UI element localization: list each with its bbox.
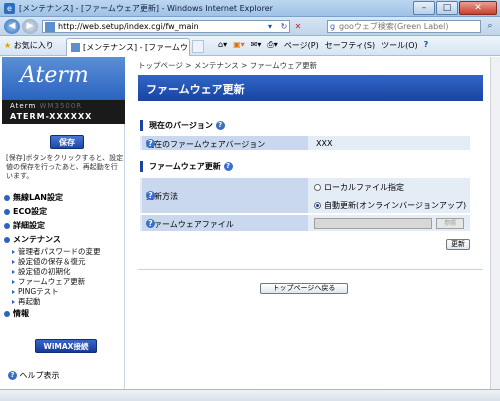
fw-file-input[interactable]: [314, 218, 432, 229]
arrow-icon: [12, 270, 15, 274]
back-to-top-button[interactable]: トップページへ戻る: [260, 283, 348, 294]
bullet-icon: [4, 195, 10, 201]
print-icon[interactable]: ⎙▾: [267, 40, 277, 51]
page-menu[interactable]: ページ(P): [284, 40, 319, 51]
sidebar-sub-ping-test[interactable]: PINGテスト: [4, 287, 124, 297]
search-input[interactable]: [339, 21, 479, 32]
arrow-icon: [12, 260, 15, 264]
page-icon: [45, 22, 55, 32]
favorites-label: お気に入り: [13, 41, 54, 50]
arrow-icon: [12, 250, 15, 254]
scrollbar[interactable]: [490, 57, 500, 389]
browse-button[interactable]: 参照: [436, 218, 464, 229]
help-label: ヘルプ表示: [19, 371, 60, 380]
update-button[interactable]: 更新: [446, 239, 470, 250]
help-link[interactable]: ? ヘルプ表示: [8, 370, 60, 381]
help-icon[interactable]: ?: [215, 121, 225, 130]
bullet-icon: [4, 209, 10, 215]
feeds-icon[interactable]: ▣▾: [233, 40, 245, 51]
tools-menu[interactable]: ツール(O): [381, 40, 418, 51]
brand-header: Aterm: [2, 57, 125, 100]
wimax-connect-button[interactable]: WiMAX接続: [35, 339, 97, 353]
current-version-section: 現在のバージョン ?: [140, 120, 225, 131]
goo-icon: g: [330, 22, 336, 31]
model-line1: Aterm WM3500R: [10, 102, 83, 110]
arrow-icon: [12, 290, 15, 294]
fw-file-row: ファームウェアファイル ? 参照: [140, 215, 470, 232]
model-info: Aterm WM3500R ATERM-XXXXXX: [2, 100, 125, 124]
search-box[interactable]: g: [327, 20, 481, 33]
radio-auto-update[interactable]: 自動更新(オンラインバージョンアップ): [314, 200, 466, 211]
back-icon[interactable]: ◀: [4, 19, 20, 34]
minimize-button[interactable]: –: [413, 1, 435, 15]
new-tab-button[interactable]: [192, 40, 204, 53]
help-icon[interactable]: ?: [146, 219, 155, 228]
address-bar: ◀ ▶ http://web.setup/index.cgi/fw_main ▾…: [0, 17, 500, 36]
browser-tab[interactable]: [メンテナンス] - [ファームウェ...: [66, 38, 190, 56]
sidebar-sub-save-restore[interactable]: 設定値の保存＆復元: [4, 257, 124, 267]
sidebar-sub-firmware-update[interactable]: ファームウェア更新: [4, 277, 124, 287]
star-icon: ★: [4, 41, 12, 50]
close-button[interactable]: ✕: [459, 1, 497, 15]
status-bar: [0, 389, 500, 401]
radio-icon[interactable]: [314, 184, 321, 191]
refresh-icon[interactable]: ↻: [278, 21, 290, 32]
window-titlebar: e [メンテナンス] - [ファームウェア更新] - Windows Inter…: [0, 0, 500, 17]
page-icon: [71, 43, 80, 52]
sidebar-sub-initialize[interactable]: 設定値の初期化: [4, 267, 124, 277]
divider: [138, 269, 483, 270]
sidebar-item-advanced[interactable]: 詳細設定: [4, 219, 124, 233]
save-note: [保存]ボタンをクリックすると、設定値の保存を行ったあと、再起動を行います。: [6, 154, 124, 180]
arrow-icon: [12, 300, 15, 304]
ie-icon: e: [4, 3, 15, 14]
safety-menu[interactable]: セーフティ(S): [325, 40, 375, 51]
sidebar-item-maintenance[interactable]: メンテナンス: [4, 233, 124, 247]
save-button[interactable]: 保存: [50, 135, 84, 149]
favorites-button[interactable]: ★ お気に入り: [4, 40, 54, 51]
window-title: [メンテナンス] - [ファームウェア更新] - Windows Interne…: [19, 4, 273, 13]
sidebar-sub-reboot[interactable]: 再起動: [4, 297, 124, 307]
radio-local-file[interactable]: ローカルファイル指定: [314, 182, 404, 193]
stop-icon[interactable]: ✕: [292, 21, 304, 32]
help-icon[interactable]: ?: [146, 139, 155, 148]
fw-update-section: ファームウェア更新 ?: [140, 161, 233, 172]
bullet-icon: [4, 237, 10, 243]
help-icon[interactable]: ?: [223, 162, 233, 171]
bullet-icon: [4, 311, 10, 317]
home-icon[interactable]: ⌂▾: [218, 40, 227, 51]
breadcrumb: トップページ > メンテナンス > ファームウェア更新: [138, 61, 318, 70]
current-version-value: XXX: [316, 139, 333, 148]
page-title-bar: ファームウェア更新: [138, 75, 483, 101]
sidebar-item-wireless-lan[interactable]: 無線LAN設定: [4, 191, 124, 205]
sidebar-menu: 無線LAN設定 ECO設定 詳細設定 メンテナンス 管理者パスワードの変更 設定…: [4, 191, 124, 321]
sidebar-sub-admin-password[interactable]: 管理者パスワードの変更: [4, 247, 124, 257]
help-icon[interactable]: ?: [146, 191, 155, 200]
dropdown-icon[interactable]: ▾: [264, 21, 276, 32]
sidebar: Aterm Aterm WM3500R ATERM-XXXXXX 保存 [保存]…: [2, 57, 125, 389]
aterm-logo: Aterm: [20, 63, 89, 88]
radio-selected-icon[interactable]: [314, 202, 321, 209]
help-menu-icon[interactable]: ?: [424, 40, 429, 51]
maximize-button[interactable]: □: [436, 1, 458, 15]
update-method-row: 更新方法 ? ローカルファイル指定 自動更新(オンラインバージョンアップ): [140, 178, 470, 214]
current-version-row: 現在のファームウェアバージョン ? XXX: [140, 136, 470, 151]
arrow-icon: [12, 280, 15, 284]
command-bar: ★ お気に入り [メンテナンス] - [ファームウェ... ⌂▾ ▣▾ ✉▾ ⎙…: [0, 36, 500, 56]
sidebar-item-info[interactable]: 情報: [4, 307, 124, 321]
model-line2: ATERM-XXXXXX: [10, 112, 93, 121]
page-title: ファームウェア更新: [146, 83, 245, 96]
bullet-icon: [4, 223, 10, 229]
forward-icon[interactable]: ▶: [22, 19, 38, 34]
sidebar-item-eco[interactable]: ECO設定: [4, 205, 124, 219]
mail-icon[interactable]: ✉▾: [251, 40, 262, 51]
main-content: トップページ > メンテナンス > ファームウェア更新 ファームウェア更新 現在…: [128, 57, 490, 389]
url-field[interactable]: http://web.setup/index.cgi/fw_main: [42, 20, 290, 33]
help-icon: ?: [8, 371, 17, 380]
search-icon[interactable]: ⌕: [484, 21, 496, 32]
tab-label: [メンテナンス] - [ファームウェ...: [83, 43, 187, 52]
url-text: http://web.setup/index.cgi/fw_main: [58, 22, 199, 31]
